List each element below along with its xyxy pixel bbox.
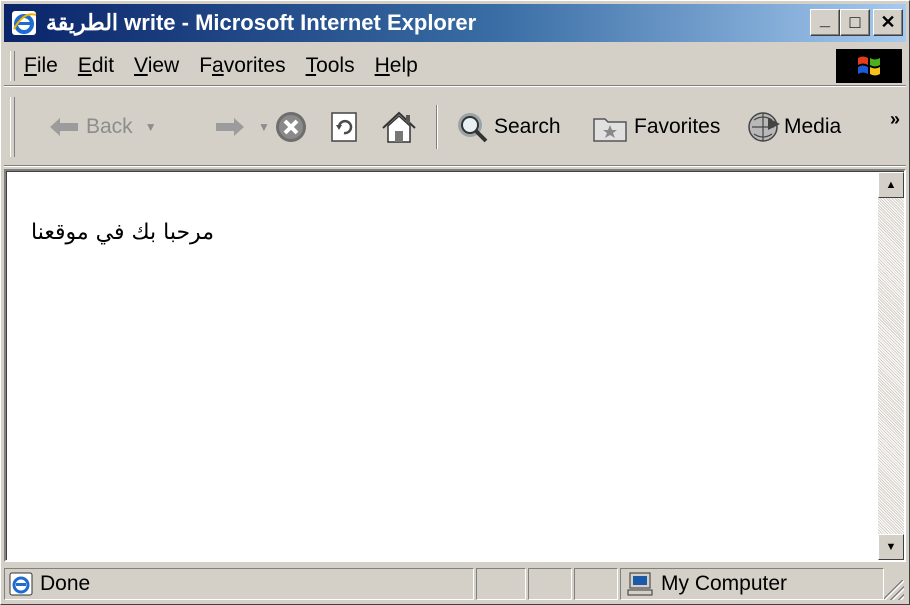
menu-favorites[interactable]: Favorites: [199, 54, 285, 78]
menu-file-label: ile: [36, 54, 58, 77]
back-button[interactable]: Back ▼: [48, 89, 157, 165]
title-bar[interactable]: الطريقة write - Microsoft Internet Explo…: [4, 4, 906, 42]
zone-label: My Computer: [661, 572, 788, 595]
forward-arrow-icon: [216, 118, 244, 136]
page-viewport: مرحبا بك في موقعنا ▲ ▼: [4, 169, 906, 562]
status-text: Done: [40, 572, 91, 595]
back-dropdown-icon[interactable]: ▼: [145, 120, 157, 134]
search-label: Search: [494, 115, 561, 138]
status-pane-progress: [476, 568, 526, 600]
standard-toolbar: Back ▼ ▼ Search Favorites Media »: [4, 89, 906, 166]
menu-view-label: iew: [147, 54, 180, 77]
menu-grip[interactable]: [10, 51, 15, 81]
status-zone-pane[interactable]: My Computer: [620, 568, 884, 600]
status-pane-security: [574, 568, 618, 600]
minimize-button[interactable]: _: [810, 9, 840, 36]
page-welcome-text: مرحبا بك في موقعنا: [31, 220, 214, 245]
menu-favorites-label: vorites: [223, 54, 286, 77]
media-label: Media: [784, 115, 842, 138]
menu-view[interactable]: View: [134, 54, 179, 78]
favorites-folder-icon: [593, 118, 627, 142]
menu-help[interactable]: Help: [375, 54, 418, 78]
scroll-up-button[interactable]: ▲: [878, 172, 904, 198]
maximize-button[interactable]: □: [840, 9, 870, 36]
menu-favorites-accel: a: [212, 54, 224, 77]
menu-help-accel: H: [374, 54, 390, 77]
toolbar-separator: [436, 105, 438, 149]
scroll-down-icon: ▼: [885, 541, 897, 553]
scroll-up-icon: ▲: [885, 179, 897, 191]
page-body: مرحبا بك في موقعنا ▲ ▼: [6, 171, 904, 560]
my-computer-icon: [627, 572, 653, 596]
back-label: Back: [86, 115, 133, 138]
menu-edit-accel: E: [77, 54, 92, 77]
window-title: الطريقة write - Microsoft Internet Explo…: [46, 10, 477, 35]
ie-logo-icon: [12, 11, 37, 35]
favorites-label: Favorites: [634, 115, 721, 138]
maximize-icon: □: [849, 12, 861, 32]
scroll-down-button[interactable]: ▼: [878, 534, 904, 560]
search-button[interactable]: Search: [454, 89, 561, 165]
search-icon: [458, 113, 488, 143]
minimize-icon: _: [819, 9, 830, 29]
menu-tools[interactable]: Tools: [306, 54, 355, 78]
back-arrow-icon: [50, 118, 78, 136]
refresh-button[interactable]: [328, 89, 362, 165]
menu-help-label: elp: [389, 54, 418, 77]
forward-button[interactable]: ▼: [214, 89, 270, 165]
menu-file-accel: F: [24, 54, 37, 77]
menu-file[interactable]: File: [24, 54, 58, 78]
status-bar: Done My Computer: [4, 566, 906, 602]
close-icon: ✕: [880, 12, 896, 32]
browser-window: الطريقة write - Microsoft Internet Explo…: [0, 0, 910, 605]
refresh-icon: [331, 112, 357, 142]
toolbar-more-icon[interactable]: »: [890, 109, 900, 130]
media-icon: [748, 112, 780, 142]
page-done-icon: [9, 572, 33, 596]
status-text-pane: Done: [4, 568, 474, 600]
menu-edit[interactable]: Edit: [78, 54, 114, 78]
forward-dropdown-icon[interactable]: ▼: [258, 120, 270, 134]
home-icon: [382, 111, 416, 143]
toolbar-grip[interactable]: [10, 97, 15, 157]
menu-tools-label: ools: [316, 54, 355, 77]
stop-icon: [276, 112, 306, 142]
media-button[interactable]: Media: [746, 89, 841, 165]
favorites-button[interactable]: Favorites: [592, 89, 720, 165]
menu-edit-label: dit: [91, 54, 115, 77]
stop-button[interactable]: [274, 89, 308, 165]
menu-bar: File Edit View Favorites Tools Help: [4, 47, 906, 86]
menu-favorites-pre: F: [199, 54, 213, 77]
status-pane-offline: [528, 568, 572, 600]
home-button[interactable]: [380, 89, 418, 165]
menu-tools-accel: T: [305, 54, 317, 77]
close-button[interactable]: ✕: [873, 9, 903, 36]
resize-grip-icon[interactable]: [884, 580, 904, 600]
vertical-scrollbar[interactable]: ▲ ▼: [878, 172, 904, 560]
menu-view-accel: V: [134, 54, 148, 77]
windows-logo-icon: [836, 49, 902, 83]
